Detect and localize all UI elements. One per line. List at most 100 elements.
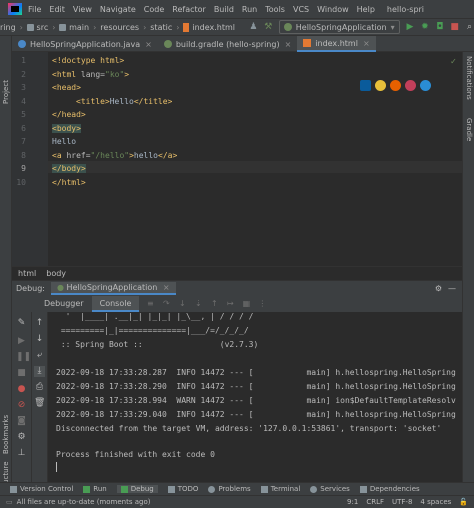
console-line: =========|_|==============|___/=/_/_/_/ <box>56 326 249 335</box>
breadcrumb-body[interactable]: body <box>46 269 66 278</box>
nav-crumb-src[interactable]: src <box>37 23 49 32</box>
notifications-tool-button[interactable]: Notifications <box>465 56 473 100</box>
arrow-up-icon[interactable]: ↑ <box>34 318 45 329</box>
tab-hellospringapplication[interactable]: HelloSpringApplication.java × <box>12 36 158 52</box>
more-icon[interactable]: ⋮ <box>257 299 267 309</box>
menu-help[interactable]: Help <box>357 5 375 14</box>
wrench-icon[interactable]: ✎ <box>16 318 27 329</box>
tool-debug[interactable]: Debug <box>116 485 158 493</box>
tab-index-html[interactable]: index.html × <box>297 36 376 52</box>
line-separator[interactable]: CRLF <box>366 498 384 506</box>
tool-run[interactable]: Run <box>83 485 107 493</box>
pause-icon[interactable]: ❚❚ <box>16 352 31 363</box>
user-icon[interactable]: ♟ <box>249 21 258 33</box>
step-out-icon[interactable]: ↑ <box>209 299 219 309</box>
debug-session-tab[interactable]: ● HelloSpringApplication × <box>51 282 176 295</box>
close-icon[interactable]: × <box>163 283 170 292</box>
intellij-browser-icon[interactable] <box>360 80 371 91</box>
soft-wrap-icon[interactable]: ⤶ <box>34 350 45 361</box>
tool-terminal[interactable]: Terminal <box>260 485 300 493</box>
mute-breakpoints-icon[interactable]: ⊘ <box>16 400 27 411</box>
run-icon[interactable]: ▶ <box>406 21 415 33</box>
code-line-6: <body> <box>52 123 81 133</box>
nav-crumb-static[interactable]: static <box>150 23 172 32</box>
file-encoding[interactable]: UTF-8 <box>392 498 412 506</box>
edge-icon[interactable] <box>420 80 431 91</box>
menu-window[interactable]: Window <box>317 5 349 14</box>
step-over-icon[interactable]: ↷ <box>161 299 171 309</box>
step-into-icon[interactable]: ↓ <box>177 299 187 309</box>
code-token: Hello <box>109 96 134 106</box>
menu-refactor[interactable]: Refactor <box>172 5 206 14</box>
status-message[interactable]: All files are up-to-date (moments ago) <box>17 498 151 506</box>
evaluate-icon[interactable]: ▦ <box>241 299 251 309</box>
menu-build[interactable]: Build <box>214 5 234 14</box>
gradle-tool-button[interactable]: Gradle <box>465 118 473 141</box>
stop-icon[interactable]: ■ <box>450 21 459 33</box>
menu-navigate[interactable]: Navigate <box>100 5 136 14</box>
menu-edit[interactable]: Edit <box>49 5 65 14</box>
run-configuration-selector[interactable]: HelloSpringApplication ▾ <box>278 20 400 34</box>
menu-view[interactable]: View <box>73 5 92 14</box>
nav-crumb-file[interactable]: index.html <box>192 23 235 32</box>
nav-crumb-resources[interactable]: resources <box>100 23 139 32</box>
minimize-icon[interactable]: — <box>448 284 456 293</box>
list-icon <box>167 485 175 493</box>
nav-crumb-project[interactable]: ring <box>0 23 16 32</box>
trash-icon[interactable]: 🗑 <box>34 398 45 409</box>
caret-position[interactable]: 9:1 <box>347 498 358 506</box>
nav-crumb-main[interactable]: main <box>69 23 89 32</box>
stop-icon[interactable]: ■ <box>16 368 27 379</box>
code-token: <!doctype html> <box>52 56 125 65</box>
tab-debugger[interactable]: Debugger <box>36 296 92 312</box>
resume-icon[interactable]: ▶ <box>16 336 27 347</box>
gear-icon[interactable]: ⚙ <box>435 284 442 293</box>
code-token: </head> <box>52 110 86 119</box>
scroll-to-end-icon[interactable]: ⤓ <box>34 366 45 377</box>
pin-icon[interactable]: ⊥ <box>16 448 27 459</box>
close-icon[interactable]: × <box>363 39 370 48</box>
tool-dependencies[interactable]: Dependencies <box>359 485 420 493</box>
chrome-icon[interactable] <box>375 80 386 91</box>
checkmark-icon[interactable]: ✓ <box>451 57 456 67</box>
tool-services[interactable]: Services <box>310 485 350 493</box>
breadcrumb-html[interactable]: html <box>18 269 36 278</box>
debug-icon[interactable]: ✹ <box>420 21 429 33</box>
code-editor[interactable]: <!doctype html> <html lang="ko"> <head> … <box>48 52 462 266</box>
firefox-icon[interactable] <box>390 80 401 91</box>
lock-icon[interactable]: 🔓 <box>459 498 468 506</box>
menu-run[interactable]: Run <box>242 5 257 14</box>
view-breakpoints-icon[interactable]: ● <box>16 384 27 395</box>
tool-todo[interactable]: TODO <box>167 485 198 493</box>
settings-icon[interactable]: ⚙ <box>16 432 27 443</box>
html-file-icon <box>183 22 190 32</box>
console-output[interactable]: ' |____| .__|_| |_|_| |_\__, | / / / / =… <box>48 312 462 482</box>
tool-problems[interactable]: Problems <box>208 485 251 493</box>
close-icon[interactable]: × <box>285 40 292 49</box>
project-tool-button[interactable]: Project <box>2 80 10 104</box>
indent-setting[interactable]: 4 spaces <box>420 498 451 506</box>
close-icon[interactable]: × <box>145 40 152 49</box>
tool-version-control[interactable]: Version Control <box>10 485 73 493</box>
search-icon[interactable]: ⌕ <box>465 21 474 33</box>
tab-build-gradle[interactable]: build.gradle (hello-spring) × <box>158 36 297 52</box>
tab-console[interactable]: Console <box>91 296 140 312</box>
force-step-into-icon[interactable]: ⇣ <box>193 299 203 309</box>
menu-vcs[interactable]: VCS <box>293 5 309 14</box>
print-icon[interactable]: ⎙ <box>34 382 45 393</box>
menu-code[interactable]: Code <box>144 5 164 14</box>
menu-file[interactable]: File <box>28 5 41 14</box>
line-number: 7 <box>21 137 26 146</box>
camera-icon[interactable]: ◙ <box>16 416 27 427</box>
coverage-icon[interactable]: ◘ <box>435 21 444 33</box>
problems-icon <box>208 485 216 493</box>
opera-icon[interactable] <box>405 80 416 91</box>
layout-icon[interactable]: ≡ <box>145 299 155 309</box>
menu-tools[interactable]: Tools <box>265 5 285 14</box>
arrow-down-icon[interactable]: ↓ <box>34 334 45 345</box>
debug-panel-title: Debug: <box>16 284 46 293</box>
console-line: 2022-09-18 17:33:29.040 INFO 14472 --- [… <box>56 410 456 419</box>
run-to-cursor-icon[interactable]: ↦ <box>225 299 235 309</box>
hammer-icon[interactable]: ⚒ <box>264 21 273 33</box>
bookmarks-tool-button[interactable]: Bookmarks <box>2 415 10 454</box>
